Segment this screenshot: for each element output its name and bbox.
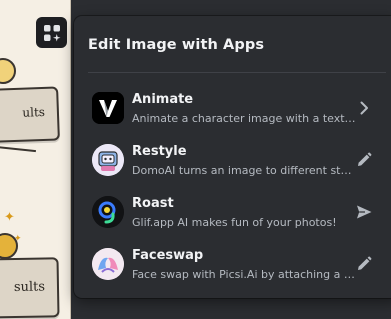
- app-description: Animate a character image with a text pr…: [132, 112, 356, 125]
- app-name: Animate: [132, 92, 194, 107]
- results-card-text: ults: [22, 104, 46, 120]
- app-row-restyle[interactable]: Restyle DomoAI turns an image to differe…: [88, 136, 386, 184]
- apps-grid-icon: [43, 24, 60, 41]
- sparkle-icon: ✦: [4, 210, 15, 225]
- edit-image-apps-popup: Edit Image with Apps Animate Animate a c…: [74, 16, 391, 298]
- divider: [88, 72, 386, 73]
- results-card-bottom: sults: [0, 257, 60, 319]
- app-row-faceswap[interactable]: Faceswap Face swap with Picsi.Ai by atta…: [88, 240, 386, 288]
- pencil-icon[interactable]: [354, 150, 374, 170]
- results-card-text: sults: [13, 279, 46, 296]
- app-description: Face swap with Picsi.Ai by attaching a s…: [132, 268, 356, 281]
- app-name: Roast: [132, 196, 174, 211]
- coin-illustration: [0, 58, 16, 84]
- picsi-avatar-icon: [92, 248, 124, 280]
- app-row-roast[interactable]: Roast Glif.app AI makes fun of your phot…: [88, 188, 386, 236]
- popup-title: Edit Image with Apps: [88, 37, 265, 53]
- glif-avatar-icon: [92, 196, 124, 228]
- apps-button[interactable]: [36, 17, 67, 48]
- app-description: Glif.app AI makes fun of your photos!: [132, 216, 337, 229]
- chevron-right-icon[interactable]: [354, 98, 374, 118]
- app-name: Faceswap: [132, 248, 204, 263]
- sketch-line: [0, 145, 36, 153]
- send-icon[interactable]: [354, 202, 374, 222]
- results-card-top: ults: [0, 86, 60, 144]
- app-name: Restyle: [132, 144, 187, 159]
- app-description: DomoAI turns an image to different style…: [132, 164, 356, 177]
- pencil-icon[interactable]: [354, 254, 374, 274]
- animate-v-logo-icon: [92, 92, 124, 124]
- domoai-avatar-icon: [92, 144, 124, 176]
- app-row-animate[interactable]: Animate Animate a character image with a…: [88, 84, 386, 132]
